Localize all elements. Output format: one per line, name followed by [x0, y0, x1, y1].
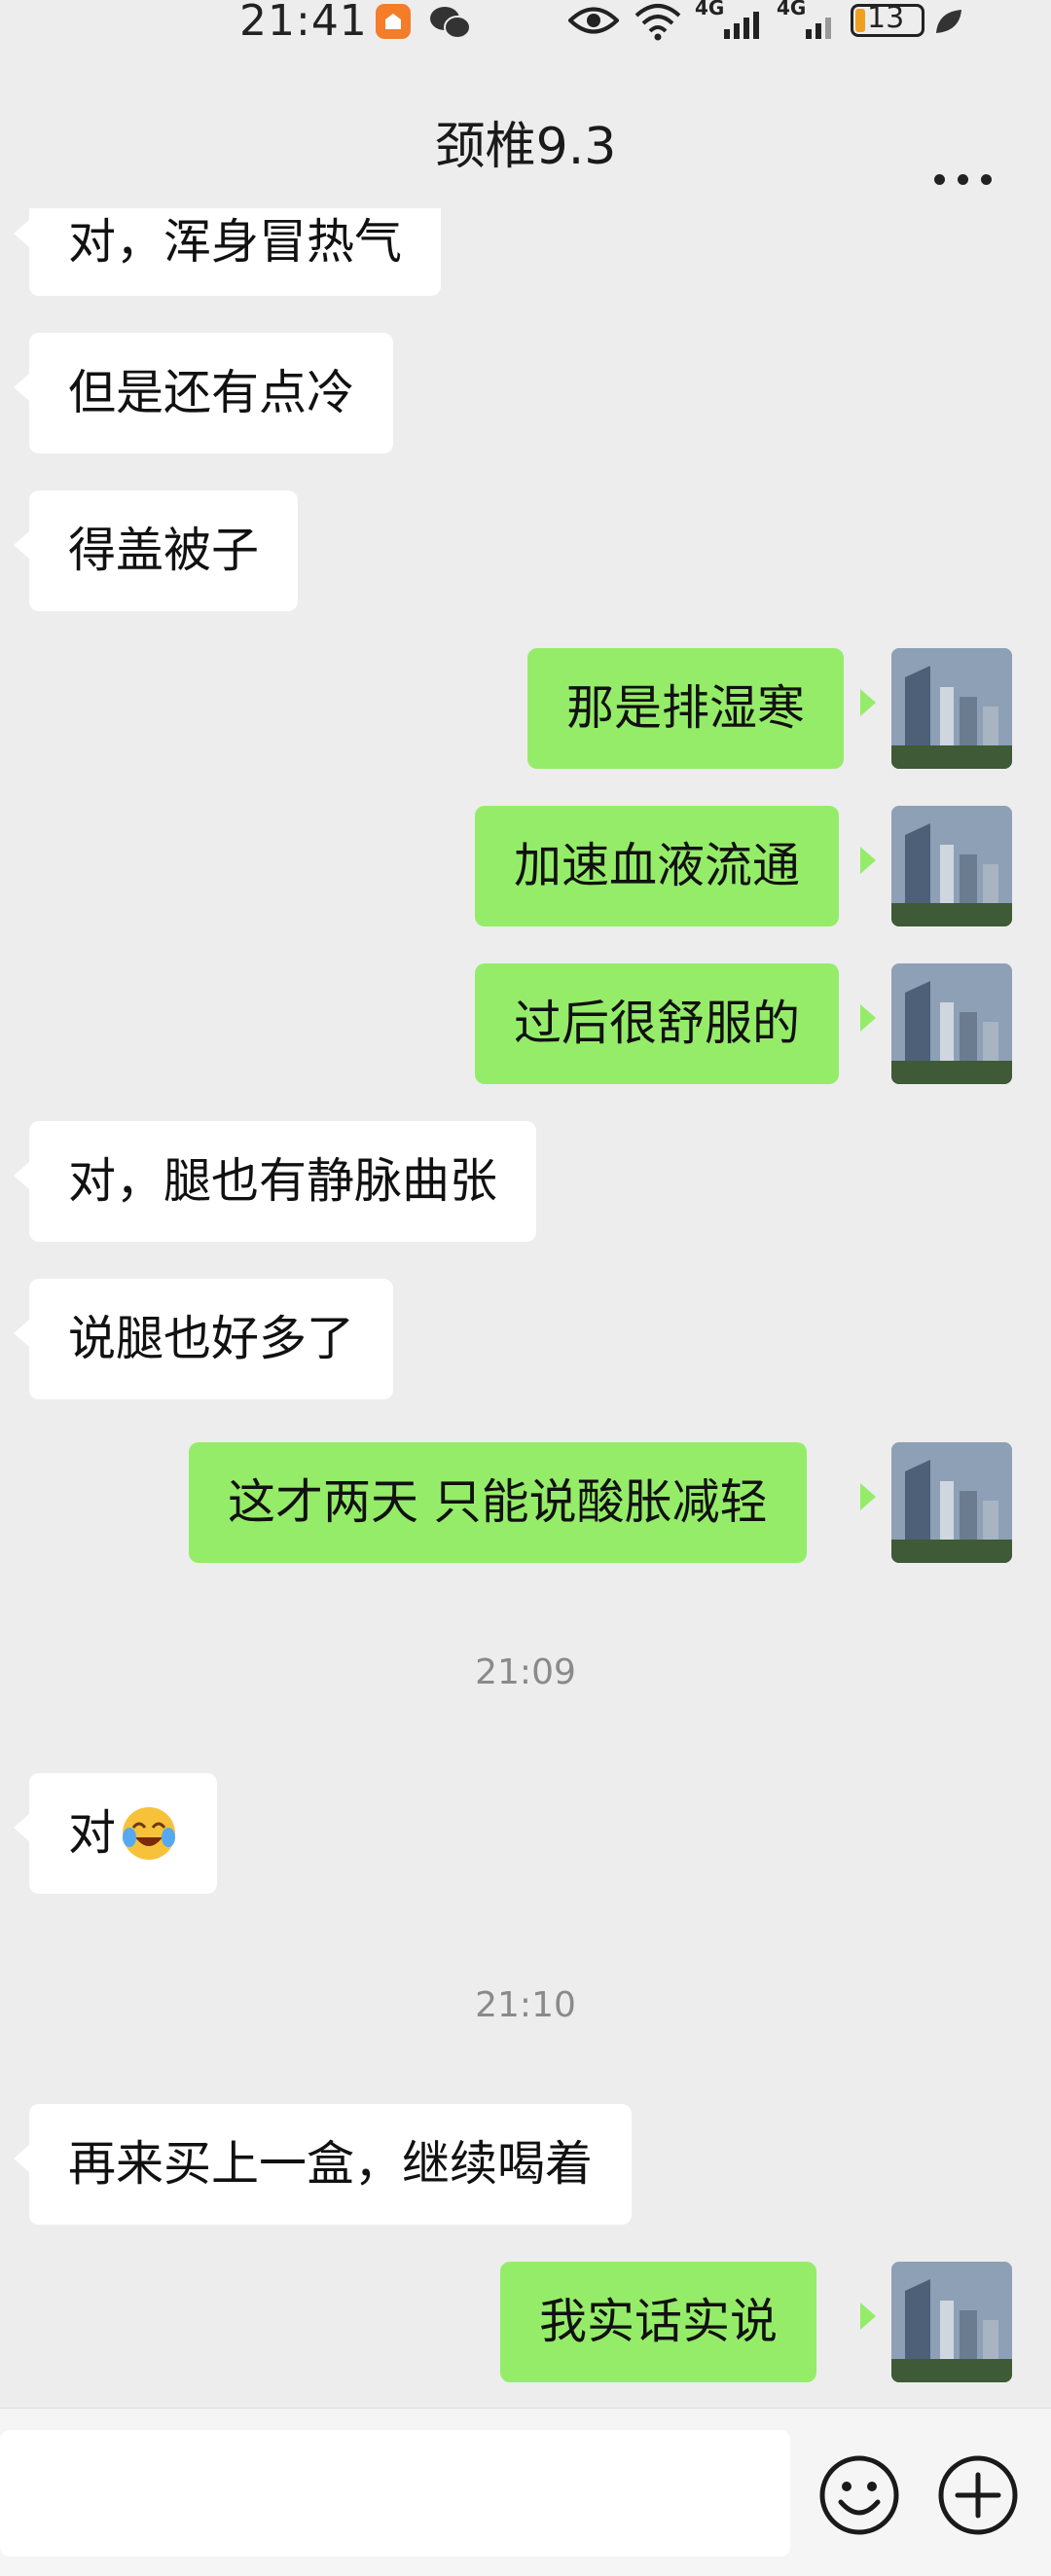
bubble-tail: [860, 689, 876, 716]
message-text: 说腿也好多了: [68, 1311, 355, 1366]
signal-icon-2: [806, 18, 831, 39]
bubble-tail: [14, 531, 29, 559]
message-text: 我实话实说: [539, 2294, 779, 2349]
message-bubble[interactable]: 但是还有点冷: [29, 333, 394, 454]
city-skyline-avatar-image: [891, 2262, 1012, 2382]
message-bubble[interactable]: 对: [29, 1773, 218, 1894]
bubble-tail: [14, 374, 29, 401]
bubble-tail: [14, 1814, 29, 1841]
bubble-tail: [14, 1320, 29, 1347]
status-bar: 21:41 4G 4G 13: [0, 0, 1051, 46]
avatar[interactable]: [891, 1442, 1012, 1563]
city-skyline-avatar-image: [891, 648, 1012, 769]
avatar[interactable]: [891, 963, 1012, 1084]
wifi-icon: [634, 4, 681, 41]
message-bubble[interactable]: 再来买上一盒，继续喝着: [29, 2104, 633, 2225]
smiley-icon[interactable]: [817, 2453, 901, 2537]
message-input[interactable]: [0, 2430, 790, 2557]
avatar[interactable]: [891, 648, 1012, 769]
message-text: 得盖被子: [68, 523, 260, 578]
wechat-icon: [430, 7, 471, 39]
message-bubble[interactable]: 那是排湿寒: [527, 648, 845, 769]
message-bubble[interactable]: 我实话实说: [500, 2262, 817, 2382]
message-text: 再来买上一盒，继续喝着: [68, 2136, 594, 2192]
avatar[interactable]: [891, 806, 1012, 926]
message-text: 但是还有点冷: [68, 365, 355, 420]
message-text: 加速血液流通: [514, 838, 801, 893]
chat-title: 颈椎9.3: [434, 118, 617, 176]
message-bubble[interactable]: 得盖被子: [29, 490, 299, 611]
message-text: 对，腿也有静脉曲张: [68, 1153, 498, 1209]
more-options-icon[interactable]: [934, 174, 993, 194]
timestamp: 21:10: [475, 1985, 576, 2025]
plus-icon[interactable]: [936, 2453, 1020, 2537]
message-text: 那是排湿寒: [566, 680, 806, 736]
bubble-tail: [14, 2145, 29, 2172]
city-skyline-avatar-image: [891, 1442, 1012, 1563]
message-text: 过后很舒服的: [514, 996, 801, 1051]
leaf-icon: [936, 10, 961, 33]
app-notification-icon: [376, 4, 411, 39]
bubble-tail: [14, 1162, 29, 1189]
eye-icon: [568, 7, 619, 34]
bubble-tail: [860, 1483, 876, 1510]
timestamp: 21:09: [475, 1652, 576, 1692]
bubble-tail: [860, 2303, 876, 2330]
message-bubble[interactable]: 过后很舒服的: [475, 963, 840, 1084]
chat-header: 颈椎9.3: [0, 43, 1051, 208]
city-skyline-avatar-image: [891, 806, 1012, 926]
message-bubble[interactable]: 说腿也好多了: [29, 1279, 394, 1399]
message-text: 对，浑身冒热气: [68, 214, 403, 270]
battery-indicator: 13: [851, 1, 924, 37]
message-bubble[interactable]: 加速血液流通: [475, 806, 840, 926]
bubble-tail: [860, 1004, 876, 1032]
bubble-tail: [14, 220, 29, 247]
message-text: 对: [68, 1805, 117, 1861]
status-time: 21:41: [239, 0, 368, 46]
laugh-cry-emoji-icon: [123, 1807, 176, 1860]
message-bubble[interactable]: 对，浑身冒热气: [29, 208, 442, 296]
battery-level: 13: [867, 1, 905, 35]
bubble-tail: [860, 847, 876, 874]
message-text: 这才两天 只能说酸胀减轻: [228, 1474, 768, 1530]
input-bar: [0, 2408, 1051, 2576]
avatar[interactable]: [891, 2262, 1012, 2382]
message-list[interactable]: 对，浑身冒热气 但是还有点冷 得盖被子 那是排湿寒 加速血液流通 过后很舒服的 …: [0, 208, 1051, 2408]
city-skyline-avatar-image: [891, 963, 1012, 1084]
message-bubble[interactable]: 对，腿也有静脉曲张: [29, 1121, 537, 1242]
message-bubble[interactable]: 这才两天 只能说酸胀减轻: [189, 1442, 807, 1563]
signal-icon-1: [724, 12, 759, 39]
